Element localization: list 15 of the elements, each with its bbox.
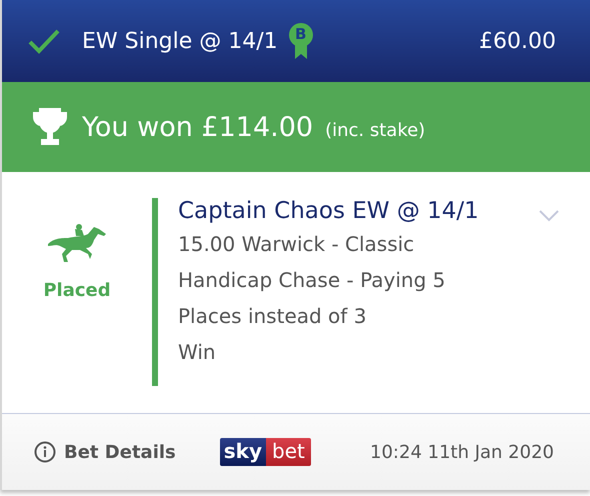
leg-status: Placed [43,280,111,301]
market-name: Win [178,339,217,366]
stake-amount: £60.00 [479,28,556,54]
bet-details-link[interactable]: Bet Details [64,442,176,462]
brand-logo: sky bet [220,438,311,466]
info-icon [34,441,56,463]
chevron-icon[interactable] [538,208,560,222]
stake-note: (inc. stake) [325,118,426,140]
horse-rider-icon [46,224,108,264]
bet-timestamp: 10:24 11th Jan 2020 [370,442,554,462]
winnings-text: You won £114.00 [82,112,314,142]
trophy-icon [32,107,68,147]
event-description: 15.00 Warwick - Classic Handicap Chase - Paying 5 Places instead of 3 [178,231,446,330]
bet-title: EW Single @ 14/1 [82,28,278,54]
selection-title: Captain Chaos EW @ 14/1 [178,198,479,224]
